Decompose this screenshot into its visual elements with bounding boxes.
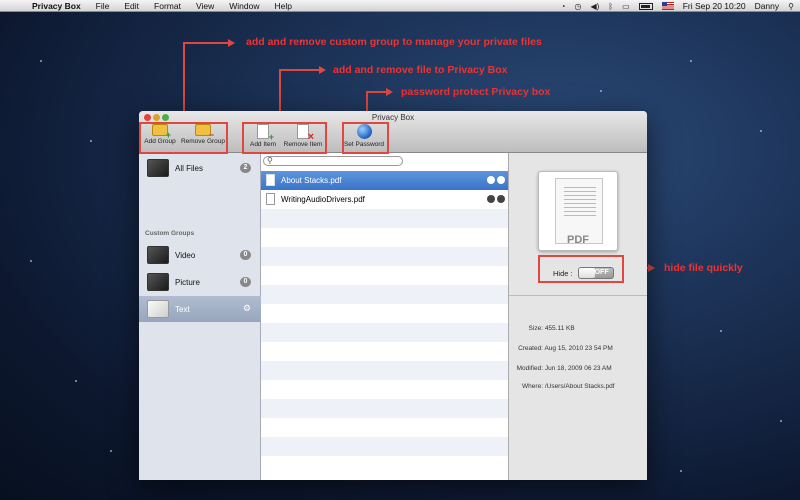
- menu-app-name[interactable]: Privacy Box: [32, 1, 81, 11]
- preview-icon[interactable]: [487, 176, 495, 184]
- info-where: Where: /Users/About Stacks.pdf: [509, 383, 615, 390]
- text-group-icon: [147, 300, 169, 318]
- wifi-icon[interactable]: ◔: [561, 2, 566, 11]
- privacy-box-window: Privacy Box Add Group Remove Group Add I…: [139, 111, 647, 480]
- file-preview: PDF: [538, 171, 618, 251]
- file-list: ⚲ About Stacks.pdf WritingAudioDrivers.p…: [261, 153, 508, 480]
- time-machine-icon[interactable]: ◷: [575, 2, 582, 11]
- empty-row: [261, 323, 508, 342]
- gear-icon[interactable]: ⚙: [243, 303, 251, 314]
- annotation-password: password protect Privacy box: [401, 86, 551, 98]
- empty-row: [261, 266, 508, 285]
- sidebar-item-label: Video: [175, 250, 196, 260]
- count-badge: 2: [240, 163, 251, 173]
- picture-group-icon: [147, 273, 169, 291]
- size-key: Size:: [528, 325, 543, 332]
- annotation-files: add and remove file to Privacy Box: [333, 64, 508, 76]
- annotation-line: [183, 42, 185, 122]
- divider: [509, 295, 647, 296]
- volume-icon[interactable]: ◀): [591, 2, 600, 11]
- annotation-arrow: [319, 66, 326, 74]
- where-value: /Users/About Stacks.pdf: [544, 383, 615, 390]
- sidebar-item-text[interactable]: Text ⚙: [139, 296, 261, 322]
- preview-label: PDF: [567, 234, 589, 246]
- empty-row: [261, 285, 508, 304]
- menu-help[interactable]: Help: [274, 1, 291, 11]
- annotation-arrow: [386, 88, 393, 96]
- menu-file[interactable]: File: [96, 1, 110, 11]
- search-icon: ⚲: [267, 156, 273, 165]
- empty-row: [261, 209, 508, 228]
- info-size: Size: 455.11 KB: [509, 325, 575, 332]
- reveal-icon[interactable]: [497, 176, 505, 184]
- empty-row: [261, 456, 508, 475]
- all-files-thumbnail-icon: [147, 159, 169, 177]
- empty-row: [261, 247, 508, 266]
- empty-row: [261, 380, 508, 399]
- count-badge: 0: [240, 277, 251, 287]
- annotation-arrow: [228, 39, 235, 47]
- video-group-icon: [147, 246, 169, 264]
- annotation-arrow: [648, 264, 655, 272]
- sidebar-item-all-files[interactable]: All Files 2: [139, 155, 261, 181]
- sidebar: All Files 2 Custom Groups Video 0 Pictur…: [139, 153, 261, 480]
- modified-key: Modified:: [516, 365, 543, 372]
- reveal-icon[interactable]: [497, 195, 505, 203]
- modified-value: Jun 18, 2009 06 23 AM: [544, 365, 612, 372]
- custom-groups-header: Custom Groups: [145, 230, 195, 237]
- empty-row: [261, 304, 508, 323]
- annotation-line: [279, 69, 319, 71]
- annotation-groups: add and remove custom group to manage yo…: [246, 36, 542, 48]
- file-row[interactable]: WritingAudioDrivers.pdf: [261, 190, 508, 209]
- file-name: About Stacks.pdf: [281, 176, 342, 185]
- highlight-hide-toggle: [538, 255, 624, 283]
- annotation-line: [366, 91, 386, 93]
- input-source-flag-icon[interactable]: [661, 2, 674, 10]
- file-row[interactable]: About Stacks.pdf: [261, 171, 508, 190]
- size-value: 455.11 KB: [544, 325, 575, 332]
- info-modified: Modified: Jun 18, 2009 06 23 AM: [509, 365, 612, 372]
- bluetooth-icon[interactable]: ᛒ: [608, 2, 613, 11]
- sidebar-item-picture[interactable]: Picture 0: [139, 269, 261, 295]
- file-rows: About Stacks.pdf WritingAudioDrivers.pdf: [261, 171, 508, 475]
- annotation-hide: hide file quickly: [664, 262, 743, 274]
- menu-window[interactable]: Window: [229, 1, 259, 11]
- file-name: WritingAudioDrivers.pdf: [281, 195, 365, 204]
- pdf-file-icon: [266, 193, 275, 205]
- pdf-file-icon: [266, 174, 275, 186]
- menu-edit[interactable]: Edit: [124, 1, 139, 11]
- spotlight-icon[interactable]: ⚲: [788, 2, 794, 11]
- created-value: Aug 15, 2010 23 54 PM: [544, 345, 613, 352]
- menu-user[interactable]: Danny: [755, 1, 780, 11]
- menu-format[interactable]: Format: [154, 1, 181, 11]
- empty-row: [261, 437, 508, 456]
- search-input[interactable]: ⚲: [263, 156, 403, 166]
- window-title: Privacy Box: [371, 113, 415, 122]
- highlight-group-buttons: [139, 122, 228, 154]
- highlight-item-buttons: [242, 122, 327, 154]
- created-key: Created:: [518, 345, 543, 352]
- menu-view[interactable]: View: [196, 1, 214, 11]
- sidebar-item-label: All Files: [175, 163, 204, 173]
- empty-row: [261, 399, 508, 418]
- empty-row: [261, 418, 508, 437]
- menu-clock[interactable]: Fri Sep 20 10:20: [683, 1, 746, 11]
- preview-icon[interactable]: [487, 195, 495, 203]
- battery-icon[interactable]: [638, 2, 653, 10]
- where-key: Where:: [522, 383, 543, 390]
- detail-pane: PDF Hide : OFF Size: 455.11 KB Created: …: [508, 153, 647, 480]
- sidebar-item-label: Text: [175, 304, 190, 314]
- display-icon[interactable]: ▭: [622, 2, 630, 11]
- annotation-line: [183, 42, 228, 44]
- empty-row: [261, 361, 508, 380]
- empty-row: [261, 228, 508, 247]
- sidebar-item-label: Picture: [175, 277, 200, 287]
- sidebar-item-video[interactable]: Video 0: [139, 242, 261, 268]
- info-created: Created: Aug 15, 2010 23 54 PM: [509, 345, 613, 352]
- highlight-password-button: [342, 122, 389, 154]
- empty-row: [261, 342, 508, 361]
- menu-bar: Privacy Box File Edit Format View Window…: [0, 0, 800, 12]
- count-badge: 0: [240, 250, 251, 260]
